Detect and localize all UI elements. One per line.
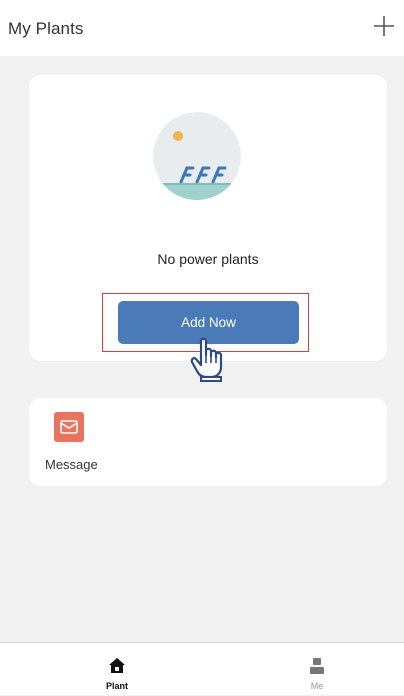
nav-item-plant[interactable]: Plant [67,643,167,696]
solar-plant-illustration-icon [153,112,241,200]
nav-label-plant: Plant [105,681,128,691]
add-now-button[interactable]: Add Now [118,301,299,344]
message-icon [54,412,84,442]
header: My Plants [0,0,404,56]
nav-label-me: Me [310,681,324,691]
empty-state-text: No power plants [157,251,259,267]
user-icon [307,656,327,676]
plus-icon [374,16,394,36]
add-plant-button[interactable] [372,14,396,38]
bottom-nav: Plant Me [0,642,404,695]
message-card[interactable]: Message [29,398,387,486]
message-label: Message [45,457,98,472]
main-content: No power plants Add Now Message [0,56,404,642]
page-title: My Plants [8,19,84,38]
home-icon [107,656,127,676]
plant-card: No power plants Add Now [29,75,387,382]
nav-item-me[interactable]: Me [267,643,367,696]
